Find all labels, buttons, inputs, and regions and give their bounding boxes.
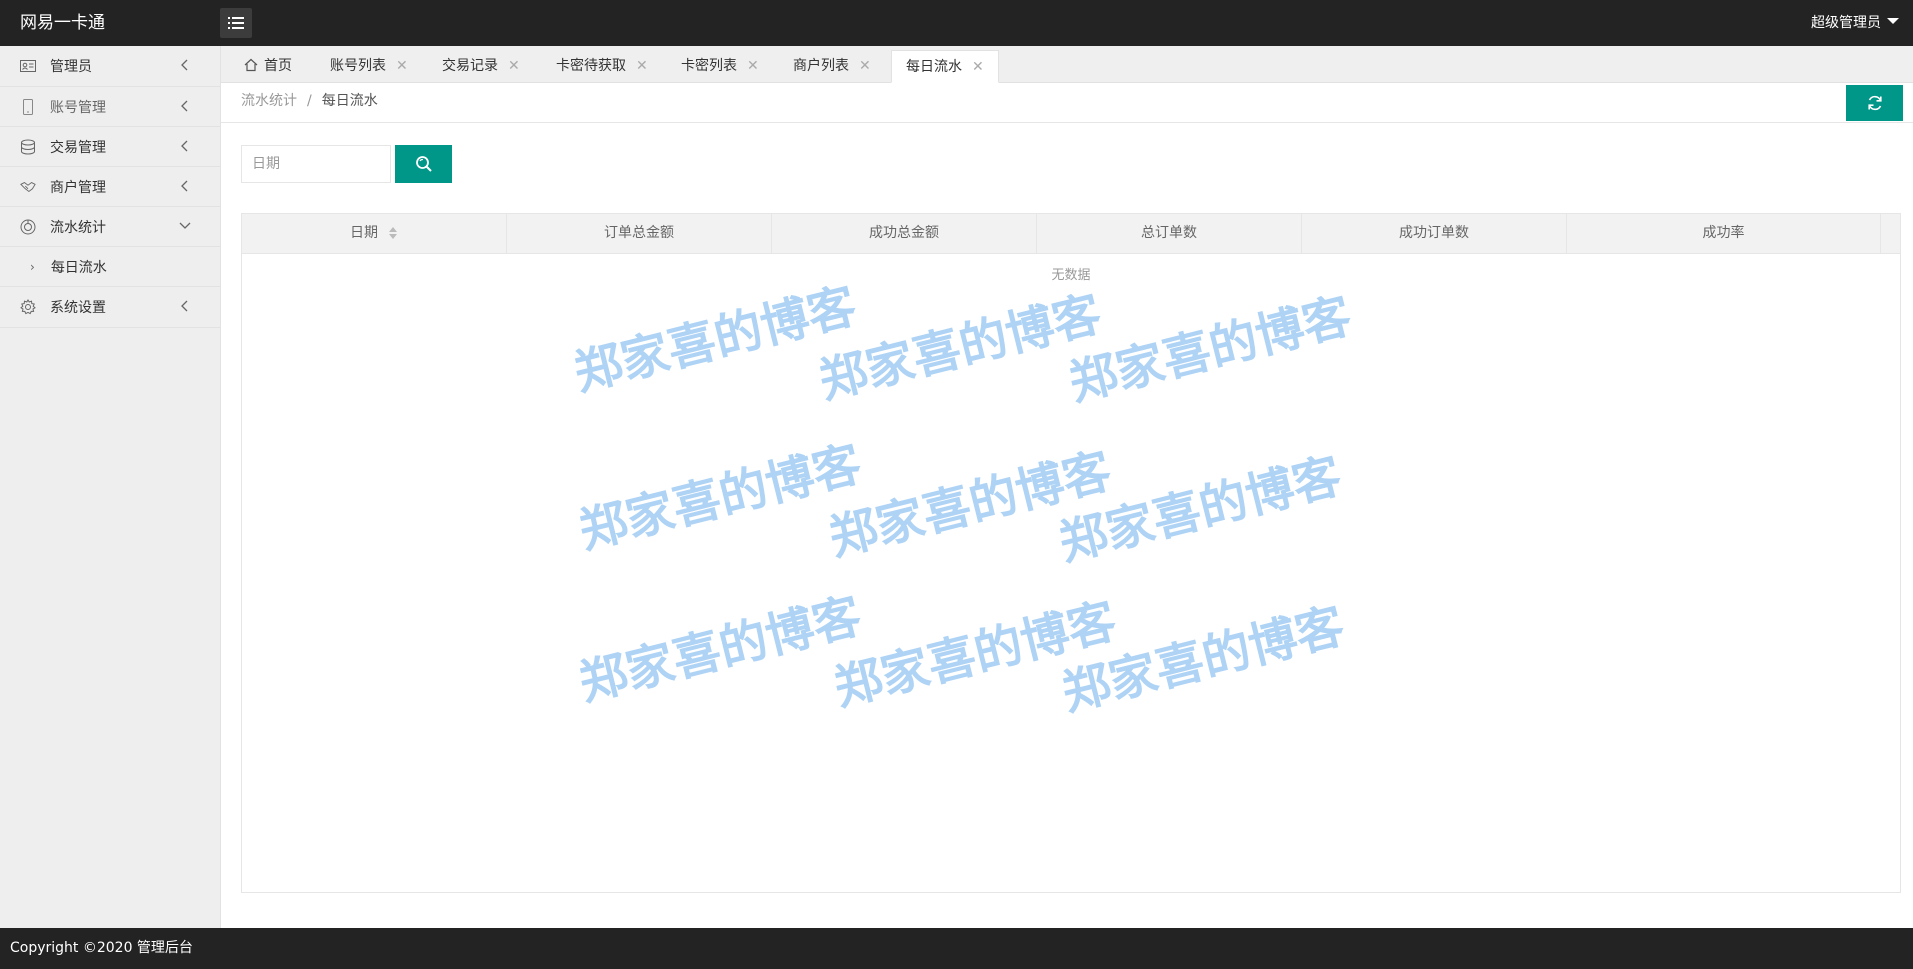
breadcrumb-current: 每日流水 (321, 93, 378, 109)
column-header-success-total: 成功总金额 (772, 214, 1037, 253)
chevron-left-icon (181, 59, 188, 71)
top-header: 网易一卡通 超级管理员 (0, 0, 1913, 46)
sidebar-item-daily-flow[interactable]: › 每日流水 (0, 247, 220, 287)
column-header-order-count: 总订单数 (1037, 214, 1302, 253)
table-header: 日期 订单总金额 成功总金额 总订单数 成功订单数 成功率 (242, 214, 1900, 254)
tab-merchant-list[interactable]: 商户列表 ✕ (793, 50, 871, 83)
column-label: 订单总金额 (604, 225, 674, 241)
sidebar-item-label: 商户管理 (50, 179, 106, 196)
sidebar-item-merchants[interactable]: 商户管理 (0, 167, 220, 207)
user-name: 超级管理员 (1811, 15, 1881, 31)
tab-transaction-records[interactable]: 交易记录 ✕ (442, 50, 520, 83)
tab-label: 商户列表 (793, 58, 849, 74)
column-header-date[interactable]: 日期 (242, 214, 507, 253)
close-icon[interactable]: ✕ (859, 58, 871, 74)
tab-card-list[interactable]: 卡密列表 ✕ (681, 50, 759, 83)
gear-icon (20, 299, 36, 315)
chevron-down-icon (179, 222, 191, 229)
footer: Copyright ©2020 管理后台 (0, 928, 1913, 969)
tab-label: 账号列表 (330, 58, 386, 74)
sidebar-item-label: 管理员 (50, 59, 92, 75)
tab-daily-flow[interactable]: 每日流水 ✕ (891, 50, 999, 83)
breadcrumb-parent[interactable]: 流水统计 (241, 93, 297, 109)
copyright-text: Copyright ©2020 管理后台 (10, 940, 193, 956)
chevron-left-icon (181, 100, 188, 112)
column-label: 日期 (350, 225, 378, 241)
column-label: 成功总金额 (869, 225, 939, 241)
sidebar-item-transactions[interactable]: 交易管理 (0, 127, 220, 167)
sidebar-item-label: 流水统计 (50, 219, 106, 236)
tab-label: 卡密待获取 (556, 58, 626, 74)
app-brand: 网易一卡通 (20, 13, 105, 33)
home-icon (244, 58, 258, 72)
tab-label: 卡密列表 (681, 58, 737, 74)
tabs-bar: 首页 账号列表 ✕ 交易记录 ✕ 卡密待获取 ✕ 卡密列表 ✕ 商户列表 ✕ 每日流水 ✕ (221, 46, 1913, 83)
data-table: 日期 订单总金额 成功总金额 总订单数 成功订单数 成功率 无数据 (241, 213, 1901, 893)
sidebar-item-admin[interactable]: 管理员 (0, 46, 220, 87)
close-icon[interactable]: ✕ (747, 58, 759, 74)
phone-icon (20, 98, 36, 115)
tab-label: 每日流水 (906, 59, 962, 75)
tab-account-list[interactable]: 账号列表 ✕ (330, 50, 408, 83)
sidebar-item-label: 每日流水 (50, 259, 107, 276)
column-header-success-rate: 成功率 (1567, 214, 1881, 253)
date-input[interactable] (241, 145, 391, 183)
search-icon (415, 156, 432, 172)
sidebar-item-label: 系统设置 (50, 300, 106, 316)
caret-down-icon (1887, 18, 1899, 24)
handshake-icon (20, 179, 36, 195)
sidebar-item-statistics[interactable]: 流水统计 (0, 207, 220, 247)
search-button[interactable] (395, 145, 452, 183)
tab-card-pending[interactable]: 卡密待获取 ✕ (556, 50, 648, 83)
chevron-left-icon (181, 180, 188, 192)
breadcrumb: 流水统计 / 每日流水 (241, 83, 378, 120)
column-label: 总订单数 (1141, 225, 1197, 241)
chevron-left-icon (181, 300, 188, 312)
close-icon[interactable]: ✕ (636, 58, 648, 74)
sidebar-item-label: 账号管理 (50, 99, 106, 116)
chart-icon (20, 219, 36, 235)
refresh-button[interactable] (1846, 85, 1903, 121)
close-icon[interactable]: ✕ (396, 58, 408, 74)
column-label: 成功订单数 (1399, 225, 1469, 241)
close-icon[interactable]: ✕ (508, 58, 520, 74)
user-menu[interactable]: 超级管理员 (1811, 0, 1899, 46)
refresh-icon (1867, 95, 1882, 111)
database-icon (20, 139, 36, 155)
chevron-right-icon: › (30, 259, 35, 274)
column-header-success-count: 成功订单数 (1302, 214, 1567, 253)
column-label: 成功率 (1702, 225, 1745, 241)
sidebar-item-settings[interactable]: 系统设置 (0, 287, 220, 328)
column-header-order-total: 订单总金额 (507, 214, 772, 253)
id-card-icon (20, 58, 36, 74)
breadcrumb-bar: 流水统计 / 每日流水 (221, 83, 1913, 123)
close-icon[interactable]: ✕ (972, 59, 984, 75)
chevron-left-icon (181, 140, 188, 152)
tab-label: 首页 (264, 58, 292, 74)
menu-toggle-button[interactable] (220, 8, 252, 38)
tab-label: 交易记录 (442, 58, 498, 74)
list-icon (228, 17, 244, 29)
sidebar-item-label: 交易管理 (50, 139, 106, 156)
sort-icon[interactable] (388, 226, 398, 240)
breadcrumb-separator: / (307, 93, 312, 109)
sidebar: 管理员 账号管理 交易管理 商户管理 流水统计 › 每日流水 系统设置 (0, 46, 221, 928)
empty-state-text: 无数据 (1051, 268, 1091, 283)
sidebar-item-accounts[interactable]: 账号管理 (0, 87, 220, 127)
tab-home[interactable]: 首页 (244, 50, 292, 83)
